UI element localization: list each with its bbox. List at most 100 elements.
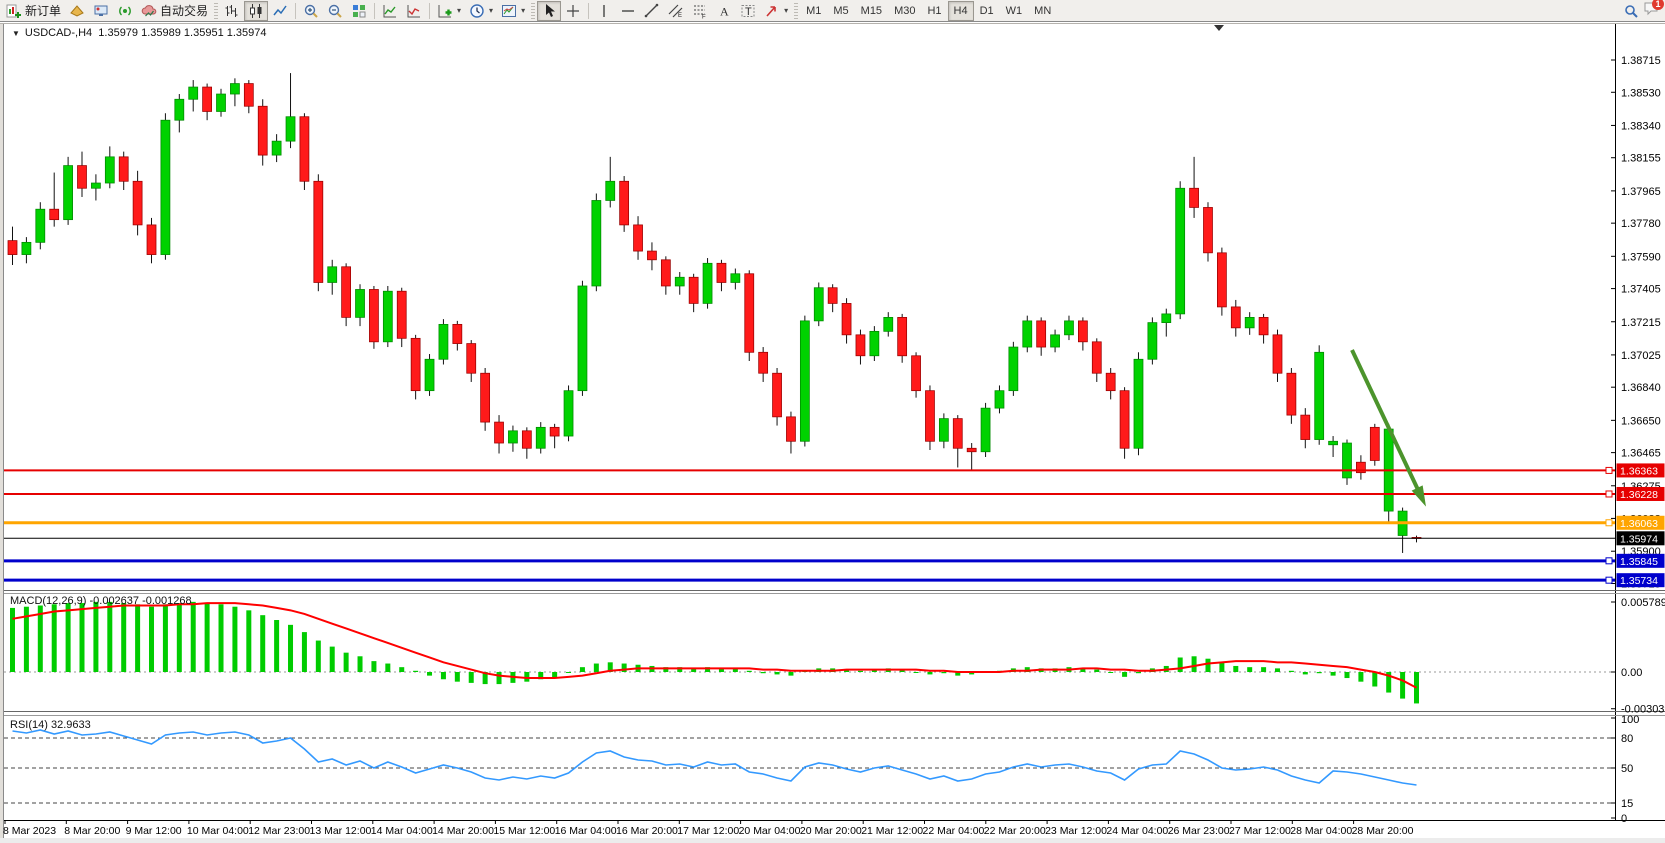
trendline-tool-button[interactable] [640, 1, 664, 21]
price-tick-label: 1.38340 [1621, 120, 1661, 132]
equidistant-channel-icon: E [668, 3, 684, 19]
timeframe-m15-button[interactable]: M15 [855, 1, 888, 21]
candlestick-chart-button[interactable] [244, 1, 268, 21]
price-tick-label: 1.37590 [1621, 251, 1661, 263]
rsi-scale-label: 15 [1621, 798, 1633, 810]
toolbar-grip [214, 3, 218, 19]
line-handle[interactable] [1606, 520, 1612, 526]
toolbar: 新订单 自动交易 [0, 0, 1665, 22]
template-icon [501, 3, 517, 19]
toolbar-separator [588, 3, 589, 19]
auto-scroll-button[interactable] [378, 1, 402, 21]
line-handle[interactable] [1606, 467, 1612, 473]
collapse-triangle-icon[interactable]: ▼ [12, 29, 20, 38]
timeframe-m5-button[interactable]: M5 [827, 1, 854, 21]
fibonacci-icon: F [692, 3, 708, 19]
clock-icon [469, 3, 485, 19]
symbol-period-label: USDCAD-,H4 [25, 27, 92, 39]
rsi-scale-label: 100 [1621, 714, 1639, 726]
timeframe-h1-button[interactable]: H1 [921, 1, 947, 21]
arrow-tool-icon [764, 3, 780, 19]
line-chart-icon [272, 3, 288, 19]
channel-tool-button[interactable]: E [664, 1, 688, 21]
price-tick-label: 1.37780 [1621, 218, 1661, 230]
history-center-button[interactable] [65, 1, 89, 21]
mt4-window: 新订单 自动交易 [0, 0, 1665, 843]
price-tick-label: 1.38155 [1621, 153, 1661, 165]
templates-menu-button[interactable]: ▾ [497, 1, 529, 21]
chart-shift-icon [406, 3, 422, 19]
chart-shift-button[interactable] [402, 1, 426, 21]
chat-button[interactable]: 1 [1643, 0, 1659, 21]
price-tick-label: 1.36840 [1621, 382, 1661, 394]
cursor-tool-button[interactable] [537, 1, 561, 21]
timeframe-h4-button[interactable]: H4 [948, 1, 974, 21]
crosshair-tool-button[interactable] [561, 1, 585, 21]
line-handle[interactable] [1606, 577, 1612, 583]
price-chart: 1.387151.385301.383401.381551.379651.377… [0, 0, 1665, 843]
market-watch-icon [93, 3, 109, 19]
new-order-button[interactable]: 新订单 [2, 1, 65, 21]
tile-windows-button[interactable] [347, 1, 371, 21]
price-line-support-orange[interactable]: 1.36063 [4, 516, 1665, 530]
time-axis-label: 24 Mar 04:00 [1106, 825, 1168, 837]
time-axis-label: 8 Mar 2023 [3, 825, 56, 837]
arrows-tool-button[interactable]: ▾ [760, 1, 792, 21]
time-axis-label: 22 Mar 20:00 [984, 825, 1046, 837]
time-axis: 8 Mar 20238 Mar 20:009 Mar 12:0010 Mar 0… [3, 821, 1414, 838]
line-handle[interactable] [1606, 491, 1612, 497]
time-axis-label: 12 Mar 23:00 [248, 825, 310, 837]
timeframe-mn-button[interactable]: MN [1028, 1, 1057, 21]
price-line-support-blue-2[interactable]: 1.35734 [4, 573, 1665, 587]
timeframe-m30-button[interactable]: M30 [888, 1, 921, 21]
market-watch-button[interactable] [89, 1, 113, 21]
timeframe-m1-button[interactable]: M1 [800, 1, 827, 21]
line-chart-button[interactable] [268, 1, 292, 21]
search-button[interactable] [1619, 1, 1643, 21]
zoom-out-icon [327, 3, 343, 19]
text-tool-button[interactable]: A [712, 1, 736, 21]
time-axis-label: 27 Mar 12:00 [1229, 825, 1291, 837]
time-axis-label: 28 Mar 20:00 [1352, 825, 1414, 837]
time-axis-label: 15 Mar 12:00 [493, 825, 555, 837]
timeframe-w1-button[interactable]: W1 [1000, 1, 1029, 21]
time-axis-label: 20 Mar 20:00 [800, 825, 862, 837]
bar-chart-button[interactable] [220, 1, 244, 21]
price-line-support-blue-1[interactable]: 1.35845 [4, 554, 1665, 568]
vertical-line-tool-button[interactable] [592, 1, 616, 21]
price-tick-label: 1.37215 [1621, 317, 1661, 329]
macd-panel: 0.0057890.00-0.003039 [4, 597, 1665, 716]
time-axis-label: 26 Mar 23:00 [1168, 825, 1230, 837]
chevron-down-icon: ▾ [521, 6, 525, 15]
svg-text:A: A [720, 4, 729, 18]
svg-text:1.36363: 1.36363 [1620, 465, 1658, 477]
chart-shift-marker[interactable] [1214, 25, 1224, 31]
rsi-panel: 1008050150 [4, 714, 1639, 825]
autotrading-button[interactable]: 自动交易 [137, 1, 212, 21]
horizontal-line-tool-button[interactable] [616, 1, 640, 21]
fibonacci-tool-button[interactable]: F [688, 1, 712, 21]
indicators-menu-button[interactable]: ▾ [433, 1, 465, 21]
zoom-out-button[interactable] [323, 1, 347, 21]
line-handle[interactable] [1606, 558, 1612, 564]
timeframe-d1-button[interactable]: D1 [974, 1, 1000, 21]
new-order-icon [6, 3, 22, 19]
rsi-value: 32.9633 [51, 719, 91, 731]
price-axis: 1.387151.385301.383401.381551.379651.377… [1611, 55, 1661, 591]
time-axis-label: 20 Mar 04:00 [739, 825, 801, 837]
signals-button[interactable] [113, 1, 137, 21]
periods-menu-button[interactable]: ▾ [465, 1, 497, 21]
autotrading-label: 自动交易 [160, 2, 208, 19]
time-axis-label: 14 Mar 20:00 [432, 825, 494, 837]
candlestick-chart-icon [248, 3, 264, 19]
horizontal-line-icon [620, 3, 636, 19]
chevron-down-icon: ▾ [784, 6, 788, 15]
zoom-in-button[interactable] [299, 1, 323, 21]
rsi-header: RSI(14) 32.9633 [10, 719, 91, 731]
text-label-tool-button[interactable]: T [736, 1, 760, 21]
price-tick-label: 1.37965 [1621, 186, 1661, 198]
svg-text:1.35845: 1.35845 [1620, 556, 1658, 568]
price-line-resistance-1[interactable]: 1.36363 [4, 463, 1665, 477]
time-axis-label: 28 Mar 04:00 [1290, 825, 1352, 837]
zoom-in-icon [303, 3, 319, 19]
